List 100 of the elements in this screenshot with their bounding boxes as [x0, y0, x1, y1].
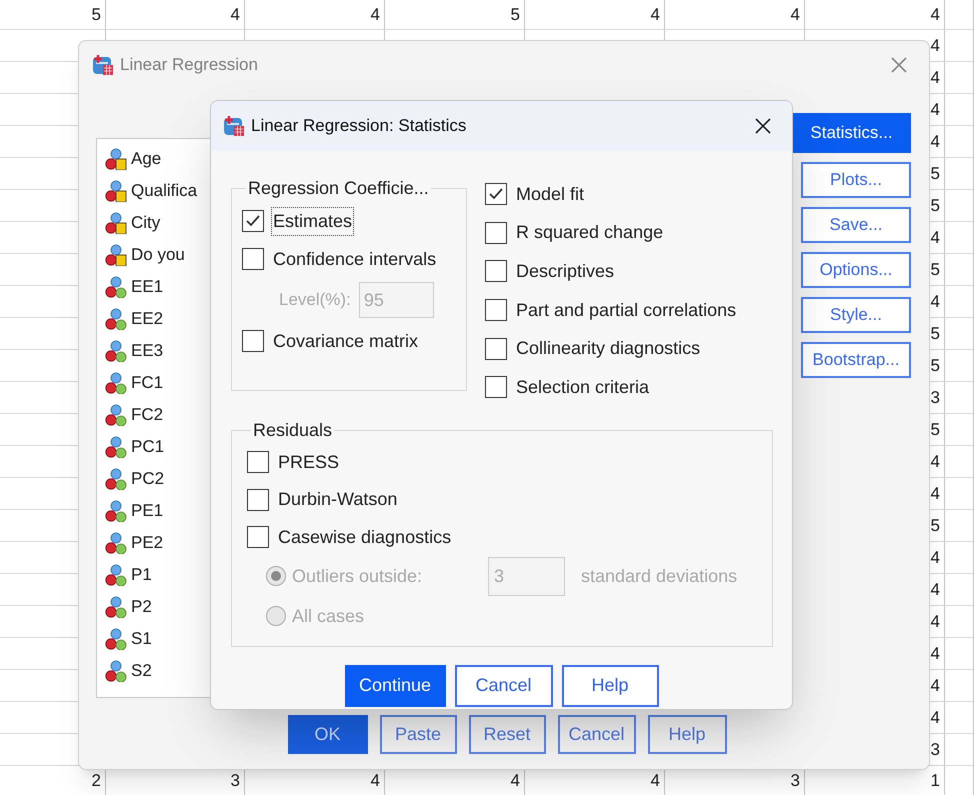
checkbox-label[interactable]: Part and partial correlations [514, 296, 738, 325]
check-icon [245, 213, 261, 229]
close-icon[interactable] [754, 117, 772, 135]
list-item[interactable]: P1 [131, 562, 152, 588]
table-cell: 4 [230, 6, 240, 23]
variable-icon [105, 468, 127, 490]
checkbox[interactable] [242, 248, 264, 270]
checkbox-label[interactable]: Model fit [514, 180, 586, 209]
checkbox[interactable] [485, 183, 507, 206]
dialog-button[interactable]: Options... [801, 252, 911, 288]
list-item[interactable]: Age [131, 146, 162, 172]
app-icon [223, 115, 245, 137]
list-item[interactable]: PE1 [131, 498, 164, 524]
checkbox-label[interactable]: Covariance matrix [271, 326, 420, 356]
table-cell: 5 [930, 517, 940, 534]
variable-icon [105, 244, 127, 266]
table-cell: 5 [930, 165, 940, 182]
table-cell: 4 [930, 581, 940, 598]
checkbox[interactable] [485, 299, 507, 322]
variable-icon [105, 500, 127, 522]
table-cell: 4 [930, 229, 940, 246]
list-item[interactable]: PC2 [131, 466, 164, 492]
checkbox[interactable] [247, 526, 269, 548]
checkbox-label[interactable]: PRESS [276, 448, 342, 477]
variable-icon [105, 212, 127, 234]
list-item[interactable]: Do you [131, 242, 185, 268]
list-item[interactable]: FC2 [131, 402, 164, 428]
variable-icon [105, 404, 127, 426]
checkbox[interactable] [485, 260, 507, 282]
checkbox-label[interactable]: Estimates [271, 206, 354, 236]
table-cell: 5 [930, 325, 940, 342]
dialog-button[interactable]: Cancel [454, 664, 552, 707]
table-cell: 4 [650, 772, 660, 789]
list-item[interactable]: EE1 [131, 274, 164, 300]
table-cell: 4 [930, 549, 940, 566]
list-item[interactable]: Qualifica [131, 178, 198, 204]
checkbox-label[interactable]: Descriptives [514, 256, 616, 286]
checkbox[interactable] [242, 330, 264, 352]
table-cell: 3 [930, 389, 940, 406]
list-item[interactable]: P2 [131, 594, 152, 620]
checkbox[interactable] [247, 488, 269, 511]
dialog-button[interactable]: Continue [344, 664, 446, 707]
list-item[interactable]: EE2 [131, 306, 164, 332]
dialog-button[interactable]: Cancel [558, 715, 636, 754]
checkbox[interactable] [485, 376, 507, 398]
table-cell: 5 [930, 197, 940, 214]
group-title: Residuals [252, 418, 334, 442]
table-cell: 4 [930, 485, 940, 502]
checkbox-label[interactable]: Casewise diagnostics [276, 522, 454, 552]
table-cell: 1 [930, 772, 940, 789]
dialog-button[interactable]: OK [288, 715, 368, 754]
checkbox[interactable] [485, 222, 507, 244]
table-cell: 4 [930, 677, 940, 694]
list-item[interactable]: S2 [131, 658, 152, 684]
dialog-button[interactable]: Help [562, 664, 658, 707]
table-cell: 3 [230, 772, 240, 789]
app-icon [92, 54, 114, 76]
dialog-button[interactable]: Style... [801, 297, 911, 333]
checkbox-label[interactable]: Durbin-Watson [276, 485, 400, 514]
checkbox-label[interactable]: Confidence intervals [271, 244, 438, 274]
variable-icon [105, 660, 127, 682]
list-item[interactable]: City [131, 210, 160, 236]
group-title: Regression Coefficie... [247, 177, 430, 200]
list-item[interactable]: FC1 [131, 370, 164, 396]
dialog-button[interactable]: Bootstrap... [801, 342, 911, 378]
table-cell: 4 [930, 453, 940, 470]
table-cell: 4 [510, 772, 520, 789]
table-cell: 3 [930, 741, 940, 758]
variable-icon [105, 436, 127, 458]
dialog-button[interactable]: Help [648, 715, 726, 754]
list-item[interactable]: EE3 [131, 338, 164, 364]
list-item[interactable]: PE2 [131, 530, 164, 556]
table-cell: 4 [930, 37, 940, 54]
table-cell: 4 [930, 613, 940, 630]
variable-icon [105, 532, 127, 554]
variable-icon [105, 564, 127, 586]
variable-icon [105, 180, 127, 202]
variable-icon [105, 308, 127, 330]
unit-label: standard deviations [581, 564, 738, 588]
dialog-button[interactable]: Paste [380, 715, 456, 754]
table-cell: 5 [930, 261, 940, 278]
list-item[interactable]: PC1 [131, 434, 164, 460]
dialog-button[interactable]: Plots... [801, 162, 911, 198]
dialog-button[interactable]: Statistics... [792, 113, 911, 153]
checkbox-label[interactable]: R squared change [514, 218, 666, 248]
dialog-button[interactable]: Reset [468, 715, 546, 754]
checkbox-label[interactable]: Collinearity diagnostics [514, 334, 702, 364]
dialog-button[interactable]: Save... [801, 207, 911, 243]
checkbox-label[interactable]: Selection criteria [514, 372, 652, 402]
table-cell: 5 [930, 421, 940, 438]
table-cell: 4 [930, 133, 940, 150]
table-cell: 4 [370, 6, 380, 23]
table-cell: 5 [92, 6, 101, 23]
checkbox[interactable] [485, 338, 507, 360]
table-cell: 4 [650, 6, 660, 23]
table-cell: 4 [930, 101, 940, 118]
checkbox[interactable] [242, 210, 264, 232]
variable-icon [105, 148, 127, 170]
list-item[interactable]: S1 [131, 626, 152, 652]
checkbox[interactable] [247, 451, 269, 474]
